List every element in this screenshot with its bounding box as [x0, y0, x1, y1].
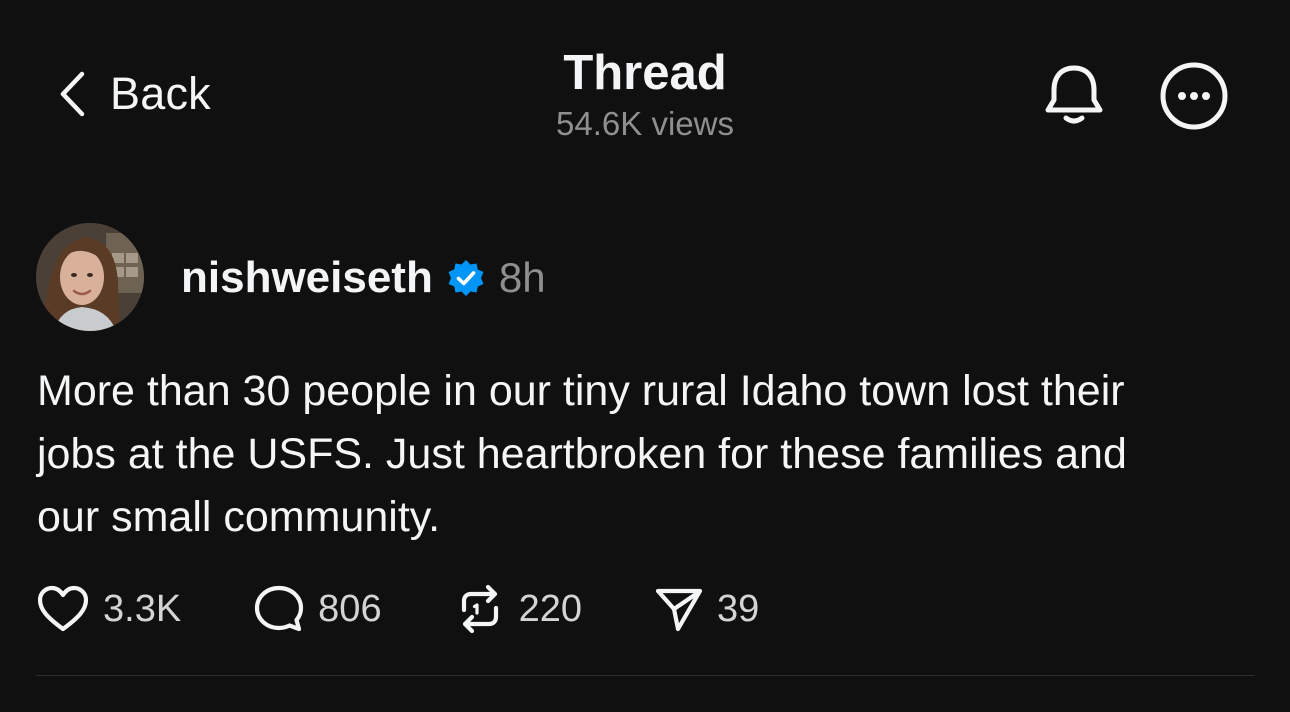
send-icon	[655, 588, 703, 632]
repost-count: 220	[518, 587, 582, 630]
share-button[interactable]: 39	[654, 585, 759, 633]
divider	[36, 675, 1254, 676]
repost-icon	[461, 584, 498, 634]
post-text: More than 30 people in our tiny rural Id…	[37, 367, 1127, 541]
top-bar: Back Thread 54.6K views	[0, 0, 1290, 170]
bell-icon[interactable]	[1040, 60, 1108, 128]
action-bar: 3.3K 806 220 39	[36, 583, 759, 635]
username[interactable]: nishweiseth	[181, 253, 433, 303]
page-title: Thread	[563, 46, 727, 100]
author-row: nishweiseth 8h	[181, 251, 546, 305]
back-button[interactable]: Back	[58, 66, 211, 122]
speech-bubble-icon	[255, 585, 304, 632]
like-button[interactable]: 3.3K	[36, 585, 181, 633]
chevron-left-icon	[60, 71, 85, 117]
share-count: 39	[716, 587, 760, 630]
reply-count: 806	[318, 587, 382, 630]
title-block: Thread 54.6K views	[445, 44, 845, 144]
more-circle-icon[interactable]	[1158, 60, 1230, 132]
verified-badge-icon	[448, 260, 484, 296]
reply-button[interactable]: 806	[253, 584, 382, 634]
like-count: 3.3K	[103, 587, 182, 630]
repost-button[interactable]: 220	[454, 584, 582, 634]
view-count: 54.6K views	[556, 105, 734, 142]
avatar[interactable]	[36, 223, 144, 331]
post-timestamp: 8h	[498, 254, 546, 301]
avatar-image	[36, 223, 144, 331]
heart-icon	[37, 585, 89, 632]
back-label: Back	[110, 68, 211, 119]
